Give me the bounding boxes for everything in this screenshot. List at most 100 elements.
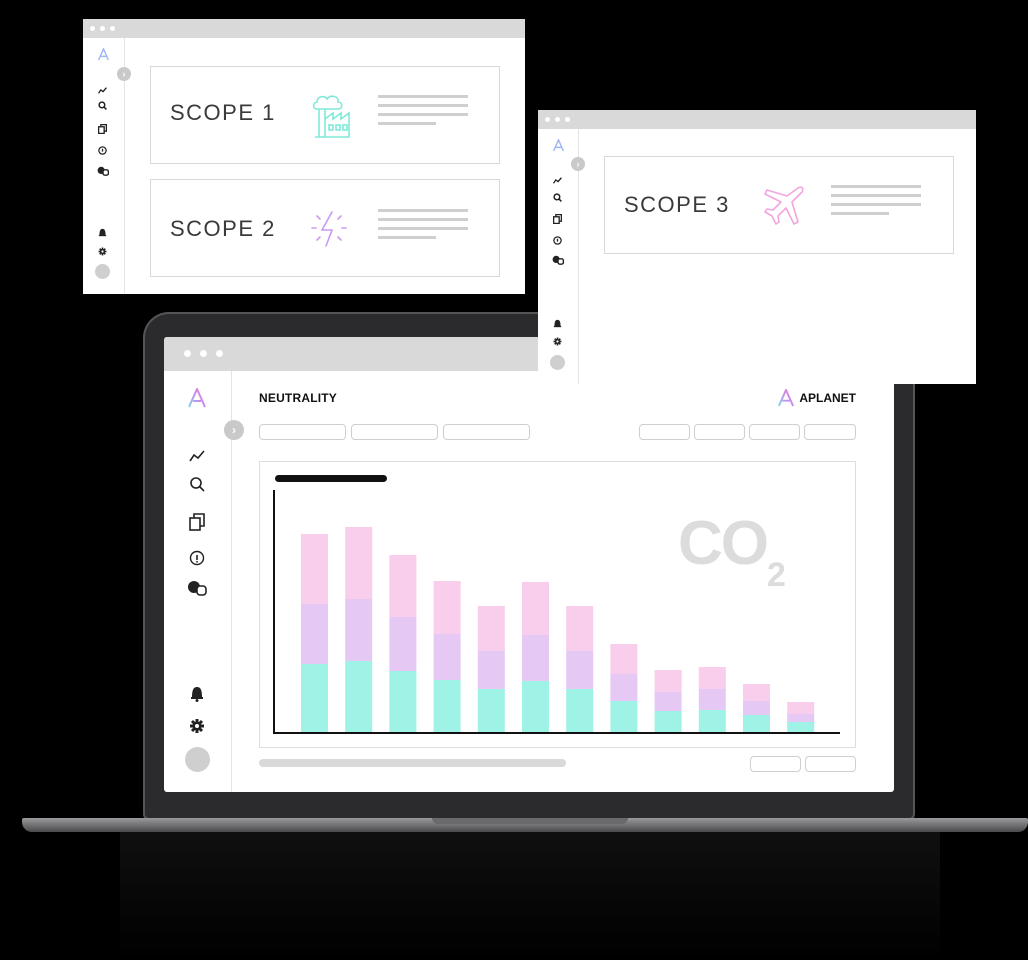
window-dot[interactable]	[200, 350, 207, 357]
bar-segment	[345, 527, 373, 599]
scope-3-card[interactable]: SCOPE 3	[604, 156, 954, 254]
bar-segment	[610, 674, 638, 701]
gear-icon[interactable]	[188, 717, 206, 735]
info-icon[interactable]	[552, 235, 563, 246]
logo-icon[interactable]	[96, 46, 110, 62]
bar-segment	[743, 684, 770, 701]
bar-segment	[566, 689, 594, 732]
documents-icon[interactable]	[188, 512, 206, 532]
avatar[interactable]	[185, 747, 210, 772]
bar-segment	[743, 715, 770, 732]
window-dot[interactable]	[90, 26, 95, 31]
text-line	[831, 185, 921, 188]
text-line	[378, 236, 436, 239]
bar-segment	[522, 635, 549, 681]
bar-segment	[698, 710, 726, 732]
info-icon[interactable]	[97, 145, 108, 156]
scope-window-titlebar	[83, 19, 525, 38]
gear-icon[interactable]	[552, 336, 563, 347]
action-pill[interactable]	[639, 424, 690, 440]
aplanet-logo-icon	[778, 389, 795, 407]
documents-icon[interactable]	[552, 213, 563, 225]
window-dot[interactable]	[216, 350, 223, 357]
sidebar-expand-button[interactable]: ›	[117, 67, 131, 81]
text-line	[831, 212, 889, 215]
bar-segment	[301, 664, 328, 732]
scope-3-window: › SCOPE 3	[538, 110, 976, 384]
footer-pill[interactable]	[750, 756, 801, 772]
search-icon[interactable]	[188, 475, 206, 493]
text-line	[831, 194, 921, 197]
scope-1-2-window: › SCOPE 1 SCOPE 2	[83, 19, 525, 294]
main-window: › NEUTRALITY APLANET CO2	[164, 337, 894, 792]
window-dot[interactable]	[100, 26, 105, 31]
bar-segment	[301, 604, 328, 664]
window-dot[interactable]	[555, 117, 560, 122]
bell-icon[interactable]	[188, 683, 206, 703]
scope-2-label: SCOPE 2	[170, 216, 276, 241]
chat-icon[interactable]	[96, 165, 109, 176]
action-pill[interactable]	[749, 424, 800, 440]
bar-segment	[477, 606, 505, 651]
bar-segment	[389, 555, 417, 617]
bell-icon[interactable]	[97, 226, 108, 238]
footer-pill[interactable]	[805, 756, 856, 772]
brand-logo: APLANET	[778, 389, 856, 407]
bar-segment	[345, 661, 373, 732]
action-pill[interactable]	[804, 424, 856, 440]
window-dot[interactable]	[545, 117, 550, 122]
window-dot[interactable]	[110, 26, 115, 31]
bar-segment	[301, 534, 328, 604]
action-pill[interactable]	[694, 424, 745, 440]
filter-pill[interactable]	[443, 424, 530, 440]
bar-segment	[654, 692, 682, 711]
chat-icon[interactable]	[551, 254, 564, 265]
trend-icon[interactable]	[552, 175, 563, 185]
window-dot[interactable]	[565, 117, 570, 122]
sidebar-expand-button[interactable]: ›	[571, 157, 585, 171]
gear-icon[interactable]	[97, 246, 108, 257]
bell-icon[interactable]	[552, 317, 563, 329]
logo-icon[interactable]	[551, 137, 565, 153]
trend-icon[interactable]	[97, 85, 108, 95]
scope-window-titlebar	[538, 110, 976, 129]
bar-segment	[433, 581, 461, 634]
text-line	[378, 122, 436, 125]
bar-segment	[566, 606, 594, 651]
sidebar-expand-button[interactable]: ›	[224, 420, 244, 440]
factory-icon	[309, 93, 357, 139]
bar-segment	[610, 644, 638, 674]
airplane-icon	[760, 182, 808, 230]
filter-pill[interactable]	[259, 424, 346, 440]
avatar[interactable]	[550, 355, 565, 370]
bar-segment	[522, 582, 549, 635]
info-icon[interactable]	[188, 549, 206, 567]
bar-segment	[522, 681, 549, 732]
scope-2-card[interactable]: SCOPE 2	[150, 179, 500, 277]
trend-icon[interactable]	[188, 447, 206, 465]
laptop-reflection	[120, 832, 940, 960]
bar-segment	[345, 599, 373, 661]
window-dot[interactable]	[184, 350, 191, 357]
text-line	[378, 113, 468, 116]
search-icon[interactable]	[552, 192, 563, 203]
text-line	[378, 209, 468, 212]
laptop-notch	[432, 818, 628, 824]
bar-segment	[787, 702, 815, 714]
documents-icon[interactable]	[97, 123, 108, 135]
scope-1-card[interactable]: SCOPE 1	[150, 66, 500, 164]
bar-segment	[654, 711, 682, 732]
search-icon[interactable]	[97, 100, 108, 111]
scope-3-label: SCOPE 3	[624, 192, 730, 217]
text-line	[378, 95, 468, 98]
chat-icon[interactable]	[187, 579, 207, 597]
bar-segment	[610, 701, 638, 732]
logo-icon[interactable]	[186, 387, 208, 409]
bar-segment	[698, 667, 726, 689]
brand-name: APLANET	[799, 391, 856, 405]
horizontal-scrollbar[interactable]	[259, 759, 566, 767]
filter-pill[interactable]	[351, 424, 438, 440]
text-line	[378, 104, 468, 107]
bar-segment	[566, 651, 594, 689]
avatar[interactable]	[95, 264, 110, 279]
